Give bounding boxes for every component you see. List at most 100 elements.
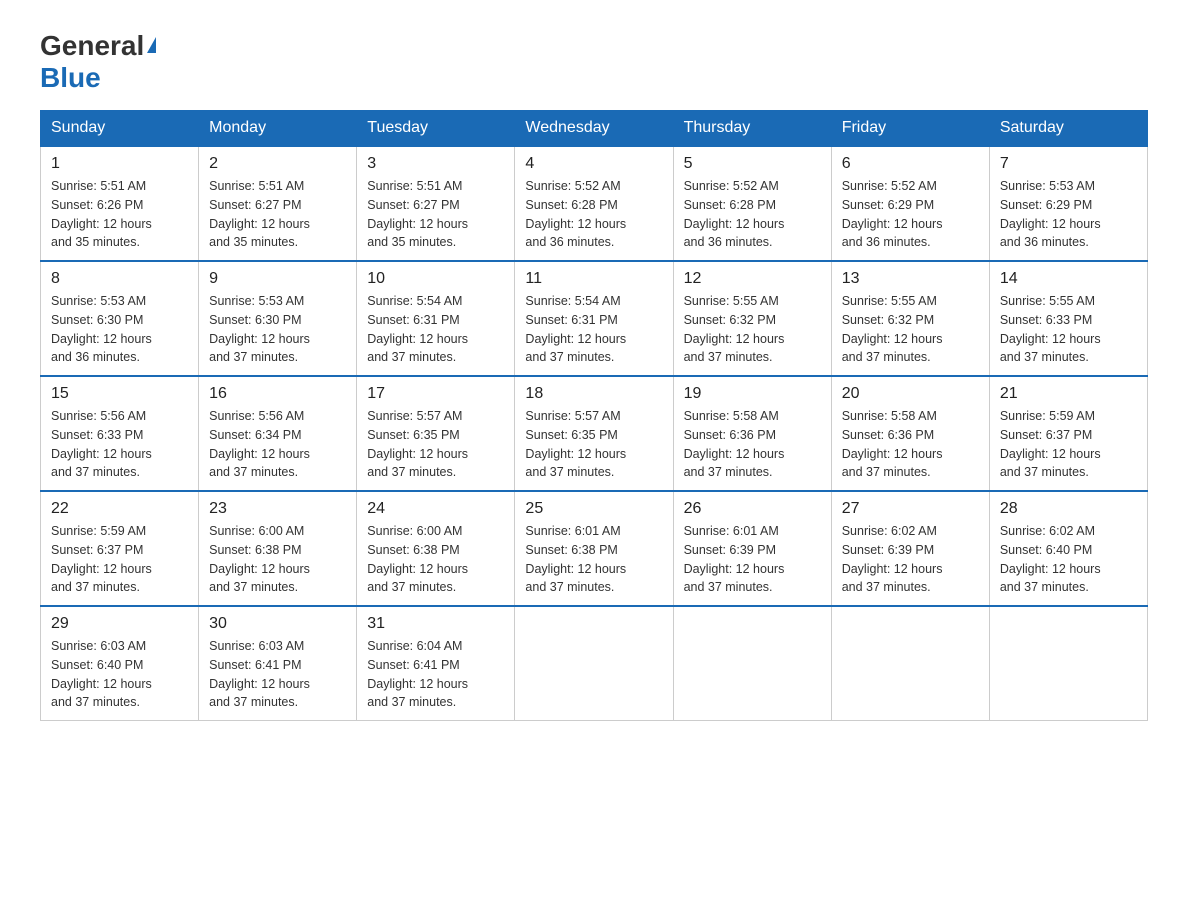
- calendar-cell: 27 Sunrise: 6:02 AM Sunset: 6:39 PM Dayl…: [831, 491, 989, 606]
- calendar-cell: 9 Sunrise: 5:53 AM Sunset: 6:30 PM Dayli…: [199, 261, 357, 376]
- calendar-week-row: 15 Sunrise: 5:56 AM Sunset: 6:33 PM Dayl…: [41, 376, 1148, 491]
- header-cell-saturday: Saturday: [989, 111, 1147, 147]
- day-info: Sunrise: 5:52 AM Sunset: 6:28 PM Dayligh…: [684, 177, 821, 252]
- day-info: Sunrise: 5:57 AM Sunset: 6:35 PM Dayligh…: [367, 407, 504, 482]
- logo: General Blue: [40, 30, 156, 94]
- day-info: Sunrise: 5:51 AM Sunset: 6:26 PM Dayligh…: [51, 177, 188, 252]
- day-info: Sunrise: 5:57 AM Sunset: 6:35 PM Dayligh…: [525, 407, 662, 482]
- calendar-cell: 25 Sunrise: 6:01 AM Sunset: 6:38 PM Dayl…: [515, 491, 673, 606]
- day-info: Sunrise: 5:53 AM Sunset: 6:30 PM Dayligh…: [51, 292, 188, 367]
- day-info: Sunrise: 6:03 AM Sunset: 6:40 PM Dayligh…: [51, 637, 188, 712]
- calendar-header-row: SundayMondayTuesdayWednesdayThursdayFrid…: [41, 111, 1148, 147]
- calendar-cell: 31 Sunrise: 6:04 AM Sunset: 6:41 PM Dayl…: [357, 606, 515, 721]
- day-info: Sunrise: 5:52 AM Sunset: 6:28 PM Dayligh…: [525, 177, 662, 252]
- day-info: Sunrise: 5:52 AM Sunset: 6:29 PM Dayligh…: [842, 177, 979, 252]
- calendar-body: 1 Sunrise: 5:51 AM Sunset: 6:26 PM Dayli…: [41, 146, 1148, 721]
- day-info: Sunrise: 6:04 AM Sunset: 6:41 PM Dayligh…: [367, 637, 504, 712]
- logo-triangle-icon: [147, 37, 156, 53]
- day-info: Sunrise: 6:00 AM Sunset: 6:38 PM Dayligh…: [367, 522, 504, 597]
- calendar-cell: [515, 606, 673, 721]
- calendar-cell: 14 Sunrise: 5:55 AM Sunset: 6:33 PM Dayl…: [989, 261, 1147, 376]
- day-info: Sunrise: 5:58 AM Sunset: 6:36 PM Dayligh…: [842, 407, 979, 482]
- header-cell-friday: Friday: [831, 111, 989, 147]
- day-number: 27: [842, 500, 979, 518]
- day-number: 9: [209, 270, 346, 288]
- day-info: Sunrise: 6:01 AM Sunset: 6:39 PM Dayligh…: [684, 522, 821, 597]
- calendar-cell: 10 Sunrise: 5:54 AM Sunset: 6:31 PM Dayl…: [357, 261, 515, 376]
- calendar-cell: 16 Sunrise: 5:56 AM Sunset: 6:34 PM Dayl…: [199, 376, 357, 491]
- calendar-table: SundayMondayTuesdayWednesdayThursdayFrid…: [40, 110, 1148, 721]
- calendar-week-row: 22 Sunrise: 5:59 AM Sunset: 6:37 PM Dayl…: [41, 491, 1148, 606]
- day-number: 29: [51, 615, 188, 633]
- calendar-cell: 22 Sunrise: 5:59 AM Sunset: 6:37 PM Dayl…: [41, 491, 199, 606]
- calendar-cell: 26 Sunrise: 6:01 AM Sunset: 6:39 PM Dayl…: [673, 491, 831, 606]
- day-info: Sunrise: 5:59 AM Sunset: 6:37 PM Dayligh…: [51, 522, 188, 597]
- day-number: 16: [209, 385, 346, 403]
- calendar-cell: 5 Sunrise: 5:52 AM Sunset: 6:28 PM Dayli…: [673, 146, 831, 261]
- day-number: 31: [367, 615, 504, 633]
- calendar-cell: 1 Sunrise: 5:51 AM Sunset: 6:26 PM Dayli…: [41, 146, 199, 261]
- day-info: Sunrise: 6:02 AM Sunset: 6:39 PM Dayligh…: [842, 522, 979, 597]
- day-number: 5: [684, 155, 821, 173]
- day-number: 24: [367, 500, 504, 518]
- day-number: 30: [209, 615, 346, 633]
- day-number: 11: [525, 270, 662, 288]
- day-number: 18: [525, 385, 662, 403]
- day-number: 13: [842, 270, 979, 288]
- calendar-cell: 17 Sunrise: 5:57 AM Sunset: 6:35 PM Dayl…: [357, 376, 515, 491]
- calendar-cell: [989, 606, 1147, 721]
- day-number: 22: [51, 500, 188, 518]
- calendar-cell: 24 Sunrise: 6:00 AM Sunset: 6:38 PM Dayl…: [357, 491, 515, 606]
- logo-blue-text: Blue: [40, 62, 101, 93]
- calendar-cell: 18 Sunrise: 5:57 AM Sunset: 6:35 PM Dayl…: [515, 376, 673, 491]
- calendar-cell: 4 Sunrise: 5:52 AM Sunset: 6:28 PM Dayli…: [515, 146, 673, 261]
- day-number: 6: [842, 155, 979, 173]
- day-number: 21: [1000, 385, 1137, 403]
- day-number: 1: [51, 155, 188, 173]
- day-info: Sunrise: 5:56 AM Sunset: 6:33 PM Dayligh…: [51, 407, 188, 482]
- header-cell-tuesday: Tuesday: [357, 111, 515, 147]
- day-number: 20: [842, 385, 979, 403]
- calendar-week-row: 29 Sunrise: 6:03 AM Sunset: 6:40 PM Dayl…: [41, 606, 1148, 721]
- calendar-cell: 13 Sunrise: 5:55 AM Sunset: 6:32 PM Dayl…: [831, 261, 989, 376]
- day-number: 7: [1000, 155, 1137, 173]
- day-info: Sunrise: 6:01 AM Sunset: 6:38 PM Dayligh…: [525, 522, 662, 597]
- header: General Blue: [40, 30, 1148, 94]
- header-cell-sunday: Sunday: [41, 111, 199, 147]
- day-number: 8: [51, 270, 188, 288]
- day-info: Sunrise: 5:59 AM Sunset: 6:37 PM Dayligh…: [1000, 407, 1137, 482]
- calendar-cell: 19 Sunrise: 5:58 AM Sunset: 6:36 PM Dayl…: [673, 376, 831, 491]
- day-number: 14: [1000, 270, 1137, 288]
- day-info: Sunrise: 5:54 AM Sunset: 6:31 PM Dayligh…: [367, 292, 504, 367]
- calendar-cell: 15 Sunrise: 5:56 AM Sunset: 6:33 PM Dayl…: [41, 376, 199, 491]
- calendar-cell: 28 Sunrise: 6:02 AM Sunset: 6:40 PM Dayl…: [989, 491, 1147, 606]
- calendar-cell: 30 Sunrise: 6:03 AM Sunset: 6:41 PM Dayl…: [199, 606, 357, 721]
- day-number: 2: [209, 155, 346, 173]
- calendar-cell: 23 Sunrise: 6:00 AM Sunset: 6:38 PM Dayl…: [199, 491, 357, 606]
- day-info: Sunrise: 5:53 AM Sunset: 6:30 PM Dayligh…: [209, 292, 346, 367]
- day-info: Sunrise: 5:55 AM Sunset: 6:32 PM Dayligh…: [684, 292, 821, 367]
- calendar-cell: [673, 606, 831, 721]
- calendar-week-row: 8 Sunrise: 5:53 AM Sunset: 6:30 PM Dayli…: [41, 261, 1148, 376]
- calendar-cell: 2 Sunrise: 5:51 AM Sunset: 6:27 PM Dayli…: [199, 146, 357, 261]
- day-number: 12: [684, 270, 821, 288]
- calendar-cell: 8 Sunrise: 5:53 AM Sunset: 6:30 PM Dayli…: [41, 261, 199, 376]
- day-number: 26: [684, 500, 821, 518]
- calendar-cell: 6 Sunrise: 5:52 AM Sunset: 6:29 PM Dayli…: [831, 146, 989, 261]
- day-number: 25: [525, 500, 662, 518]
- day-info: Sunrise: 5:54 AM Sunset: 6:31 PM Dayligh…: [525, 292, 662, 367]
- calendar-cell: 7 Sunrise: 5:53 AM Sunset: 6:29 PM Dayli…: [989, 146, 1147, 261]
- day-number: 15: [51, 385, 188, 403]
- calendar-cell: [831, 606, 989, 721]
- day-number: 3: [367, 155, 504, 173]
- header-cell-thursday: Thursday: [673, 111, 831, 147]
- day-info: Sunrise: 5:55 AM Sunset: 6:32 PM Dayligh…: [842, 292, 979, 367]
- day-info: Sunrise: 5:51 AM Sunset: 6:27 PM Dayligh…: [209, 177, 346, 252]
- day-info: Sunrise: 5:58 AM Sunset: 6:36 PM Dayligh…: [684, 407, 821, 482]
- logo-general-text: General: [40, 30, 144, 62]
- day-number: 17: [367, 385, 504, 403]
- day-number: 23: [209, 500, 346, 518]
- calendar-header: SundayMondayTuesdayWednesdayThursdayFrid…: [41, 111, 1148, 147]
- day-number: 19: [684, 385, 821, 403]
- calendar-week-row: 1 Sunrise: 5:51 AM Sunset: 6:26 PM Dayli…: [41, 146, 1148, 261]
